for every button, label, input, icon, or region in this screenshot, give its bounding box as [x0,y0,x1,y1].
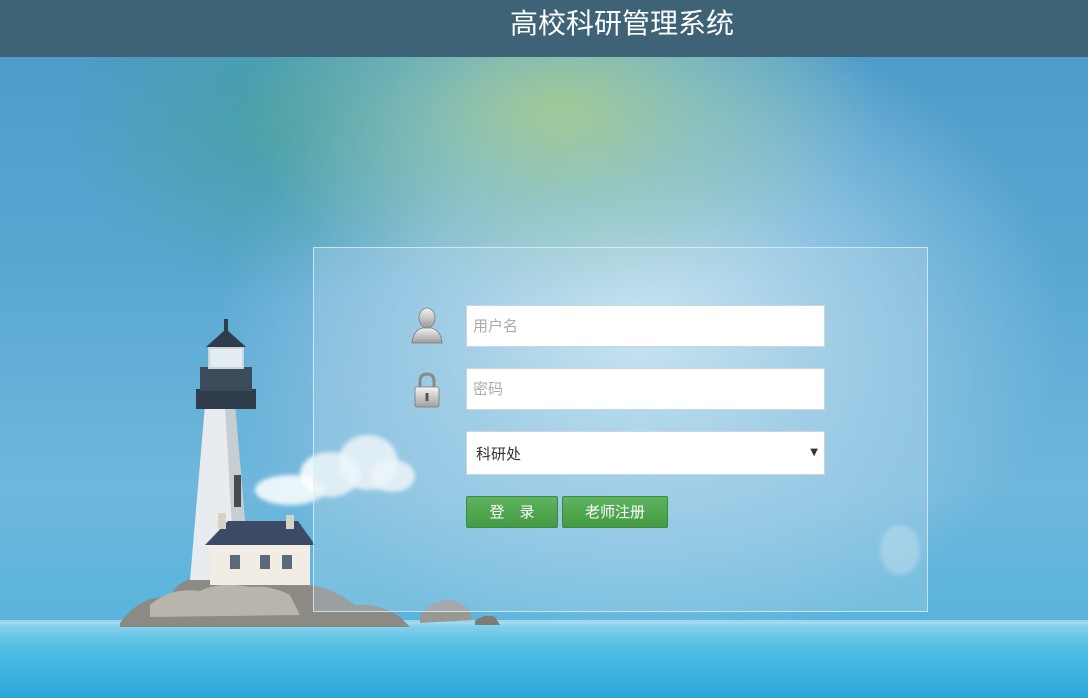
page-title: 高校科研管理系统 [509,7,734,40]
login-page: 高校科研管理系统 科研处 ▼ 登 录 老师注册 [0,0,1088,698]
user-icon [411,307,443,344]
login-panel [313,247,928,612]
top-header: 高校科研管理系统 [0,0,1088,57]
role-select-value: 科研处 [476,445,522,463]
teacher-register-button[interactable]: 老师注册 [562,496,668,528]
password-input[interactable] [466,368,825,410]
caret-down-icon: ▼ [810,447,818,458]
username-input[interactable] [466,305,825,347]
login-button[interactable]: 登 录 [466,496,558,528]
role-select[interactable]: 科研处 ▼ [466,431,825,475]
lock-icon [414,372,440,408]
